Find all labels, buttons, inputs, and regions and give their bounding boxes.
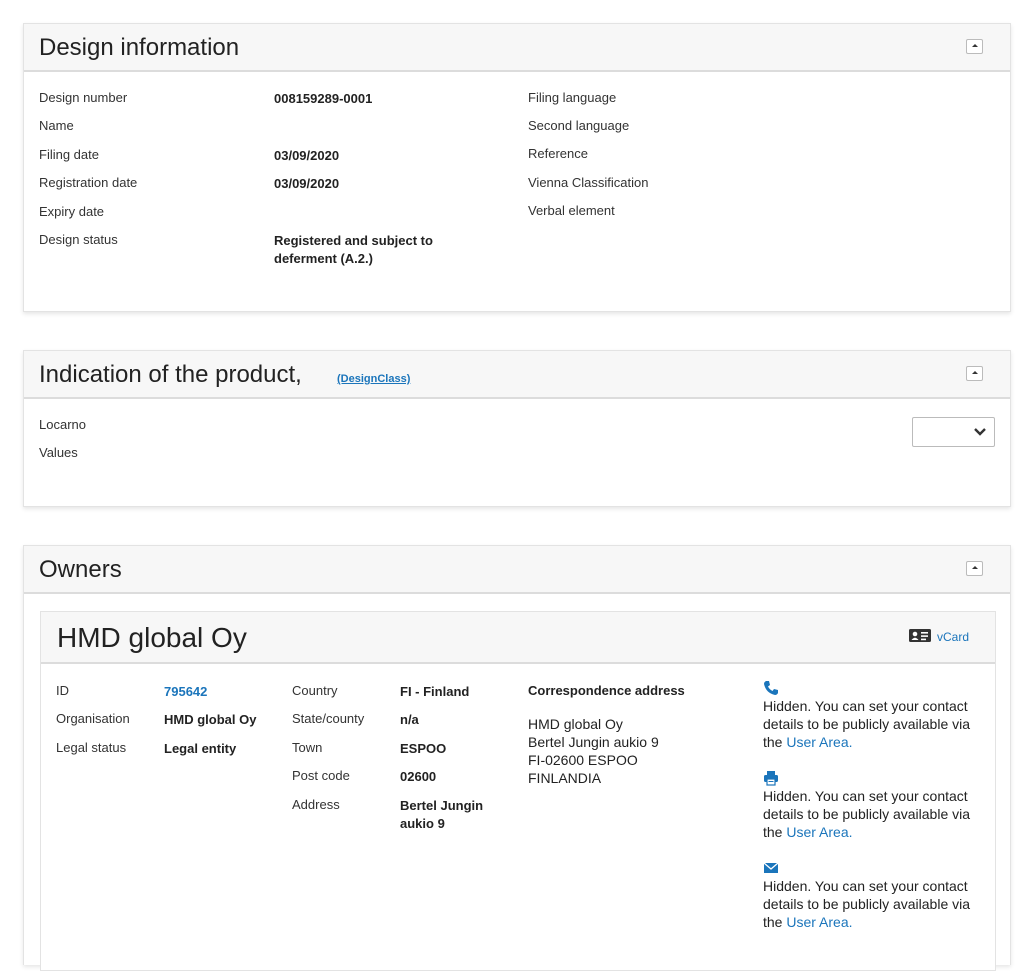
fax-hidden-line1: Hidden. You can set your contact (763, 788, 968, 804)
design-status-line1: Registered and subject to (274, 233, 433, 248)
filing-date-value: 03/09/2020 (274, 148, 340, 163)
phone-hidden-line2: details to be publicly available via (763, 716, 971, 732)
address-line2: aukio 9 (400, 816, 445, 831)
correspondence-line: FINLANDIA (528, 770, 602, 786)
design-status-value: Registered and subject to deferment (A.2… (274, 232, 433, 268)
panel-title: Indication of the product, (39, 361, 302, 388)
fax-hidden-line3: the User Area. (763, 823, 983, 841)
fax-hidden-prefix: the (763, 824, 787, 840)
name-label: Name (39, 118, 74, 133)
owners-panel: Owners HMD global Oy vCard ID 795642 Org… (23, 545, 1011, 971)
correspondence-title: Correspondence address (528, 683, 685, 698)
product-indication-header: Indication of the product, (DesignClass) (24, 351, 1010, 399)
postcode-value: 02600 (400, 769, 437, 784)
phone-hidden-line3: the User Area. (763, 733, 983, 751)
owner-name-title: HMD global Oy (57, 622, 247, 653)
values-select[interactable] (912, 417, 995, 447)
owner-card: HMD global Oy vCard ID 795642 Organisati… (40, 611, 996, 971)
id-label: ID (56, 683, 69, 698)
second-language-label: Second language (528, 118, 630, 133)
address-line1: Bertel Jungin (400, 798, 484, 813)
product-indication-panel: Indication of the product, (DesignClass)… (23, 350, 1011, 507)
phone-hidden-line1: Hidden. You can set your contact (763, 698, 968, 714)
town-value: ESPOO (400, 741, 447, 756)
registration-date-label: Registration date (39, 175, 138, 190)
filing-language-label: Filing language (528, 90, 617, 105)
vienna-classification-label: Vienna Classification (528, 175, 649, 190)
state-value: n/a (400, 712, 419, 727)
registration-date-value: 03/09/2020 (274, 176, 340, 191)
phone-hidden-prefix: the (763, 734, 787, 750)
email-hidden-line1: Hidden. You can set your contact (763, 878, 968, 894)
vcard-icon (908, 629, 931, 642)
owner-header: HMD global Oy vCard (41, 612, 995, 664)
filing-date-label: Filing date (39, 147, 99, 162)
design-number-label: Design number (39, 90, 128, 105)
collapse-button[interactable] (966, 39, 983, 54)
country-label: Country (292, 683, 338, 698)
owner-id-link[interactable]: 795642 (164, 683, 207, 701)
fax-contact: Hidden. You can set your contact details… (763, 770, 983, 841)
owners-header: Owners (24, 546, 1010, 594)
email-contact: Hidden. You can set your contact details… (763, 860, 983, 931)
correspondence-line: HMD global Oy (528, 716, 623, 732)
vcard-button[interactable]: vCard (908, 629, 969, 644)
design-status-line2: deferment (A.2.) (274, 251, 373, 266)
phone-icon (764, 681, 778, 695)
fax-hidden-line2: details to be publicly available via (763, 806, 971, 822)
design-status-label: Design status (39, 232, 118, 247)
user-area-link[interactable]: User Area. (786, 824, 852, 840)
email-icon (763, 862, 779, 873)
town-label: Town (292, 740, 323, 755)
collapse-button[interactable] (966, 366, 983, 381)
correspondence-line: Bertel Jungin aukio 9 (528, 734, 659, 750)
correspondence-line: FI-02600 ESPOO (528, 752, 638, 768)
phone-contact: Hidden. You can set your contact details… (763, 680, 983, 751)
vcard-label: vCard (936, 629, 969, 644)
email-hidden-prefix: the (763, 914, 787, 930)
panel-title: Owners (39, 556, 122, 583)
email-hidden-line3: the User Area. (763, 913, 983, 931)
address-value: Bertel Jungin aukio 9 (400, 797, 483, 833)
verbal-element-label: Verbal element (528, 203, 615, 218)
reference-label: Reference (528, 146, 588, 161)
design-information-header: Design information (24, 24, 1010, 72)
legal-status-value: Legal entity (164, 741, 237, 756)
values-label: Values (39, 445, 78, 460)
legal-status-label: Legal status (56, 740, 127, 755)
locarno-label: Locarno (39, 417, 86, 432)
collapse-button[interactable] (966, 561, 983, 576)
designclass-link[interactable]: (DesignClass) (337, 373, 410, 385)
panel-title: Design information (39, 34, 240, 61)
user-area-link[interactable]: User Area. (786, 914, 852, 930)
organisation-label: Organisation (56, 711, 130, 726)
design-information-panel: Design information Design number 0081592… (23, 23, 1011, 312)
chevron-down-icon (974, 428, 986, 436)
state-label: State/county (292, 711, 365, 726)
user-area-link[interactable]: User Area. (786, 734, 852, 750)
fax-icon (764, 771, 778, 786)
address-label: Address (292, 797, 340, 812)
country-value: FI - Finland (400, 684, 470, 699)
postcode-label: Post code (292, 768, 350, 783)
design-number-value: 008159289-0001 (274, 91, 373, 106)
organisation-value: HMD global Oy (164, 712, 257, 727)
expiry-date-label: Expiry date (39, 204, 105, 219)
email-hidden-line2: details to be publicly available via (763, 896, 971, 912)
correspondence-address: HMD global Oy Bertel Jungin aukio 9 FI-0… (528, 715, 659, 787)
